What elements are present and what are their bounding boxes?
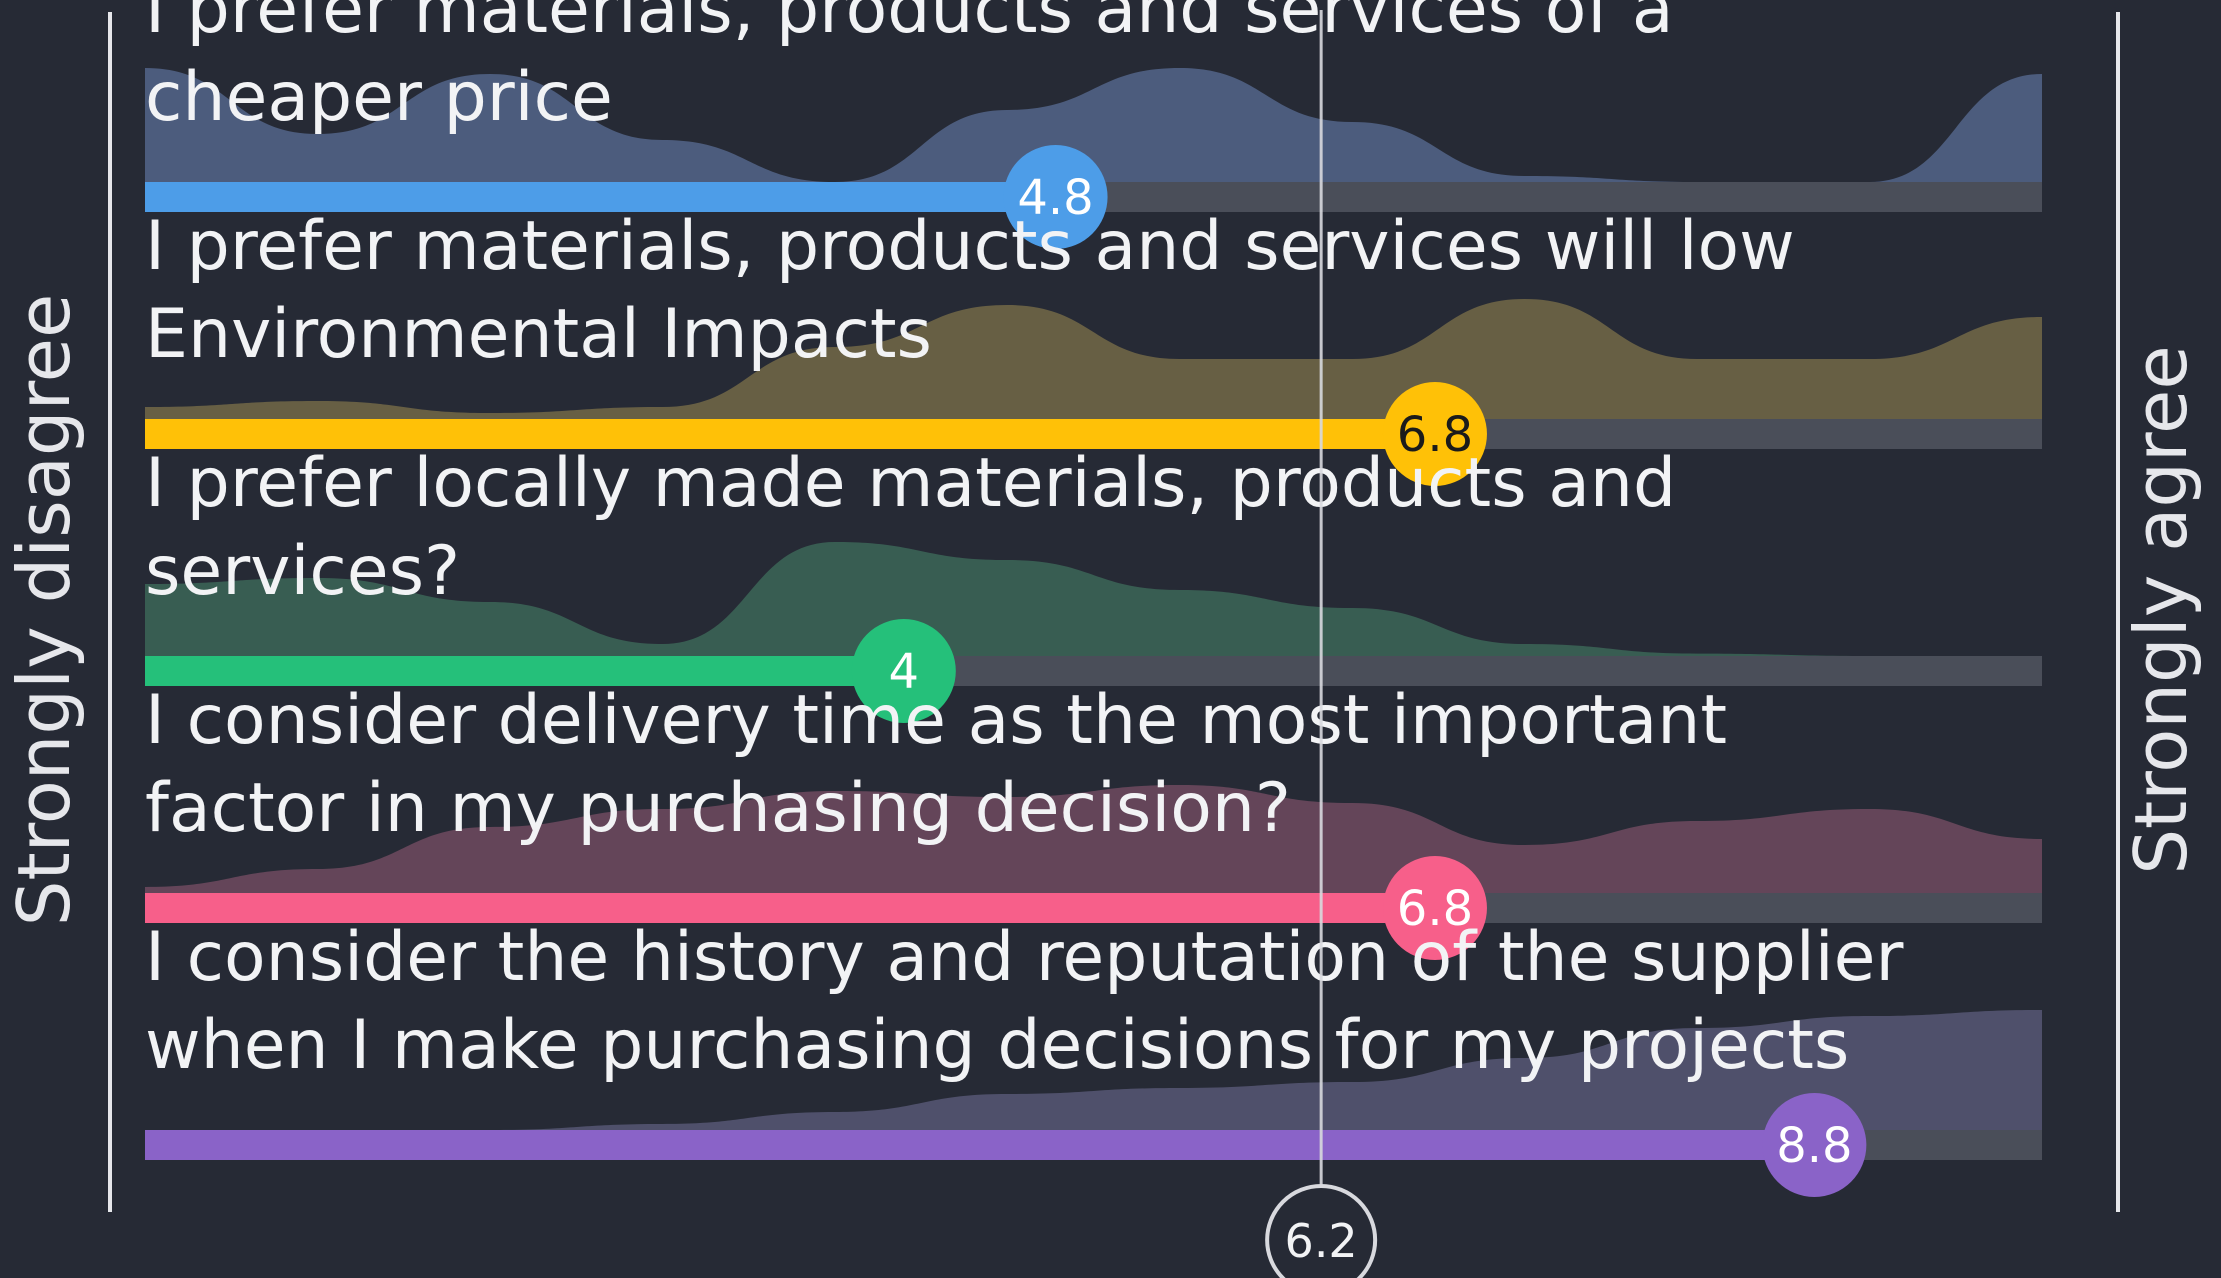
- question-text: services?: [145, 532, 460, 611]
- question-text: I consider the history and reputation of…: [145, 918, 1904, 997]
- scale-label-left: Strongly disagree: [2, 293, 86, 927]
- question-text: I consider delivery time as the most imp…: [145, 681, 1727, 760]
- value-label: 8.8: [1776, 1118, 1852, 1174]
- question-text: I prefer materials, products and service…: [145, 0, 1674, 49]
- bar-fill: [145, 1130, 1815, 1160]
- survey-chart: I prefer materials, products and service…: [108, 0, 2120, 1278]
- question-text: factor in my purchasing decision?: [145, 769, 1291, 848]
- average-label: 6.2: [1285, 1214, 1358, 1268]
- question-text: cheaper price: [145, 58, 613, 137]
- question-row: I consider the history and reputation of…: [145, 918, 2042, 1197]
- question-text: when I make purchasing decisions for my …: [145, 1006, 1849, 1085]
- question-text: I prefer materials, products and service…: [145, 207, 1795, 286]
- question-text: Environmental Impacts: [145, 295, 932, 374]
- scale-label-right: Strongly agree: [2119, 345, 2203, 875]
- question-text: I prefer locally made materials, product…: [145, 444, 1676, 523]
